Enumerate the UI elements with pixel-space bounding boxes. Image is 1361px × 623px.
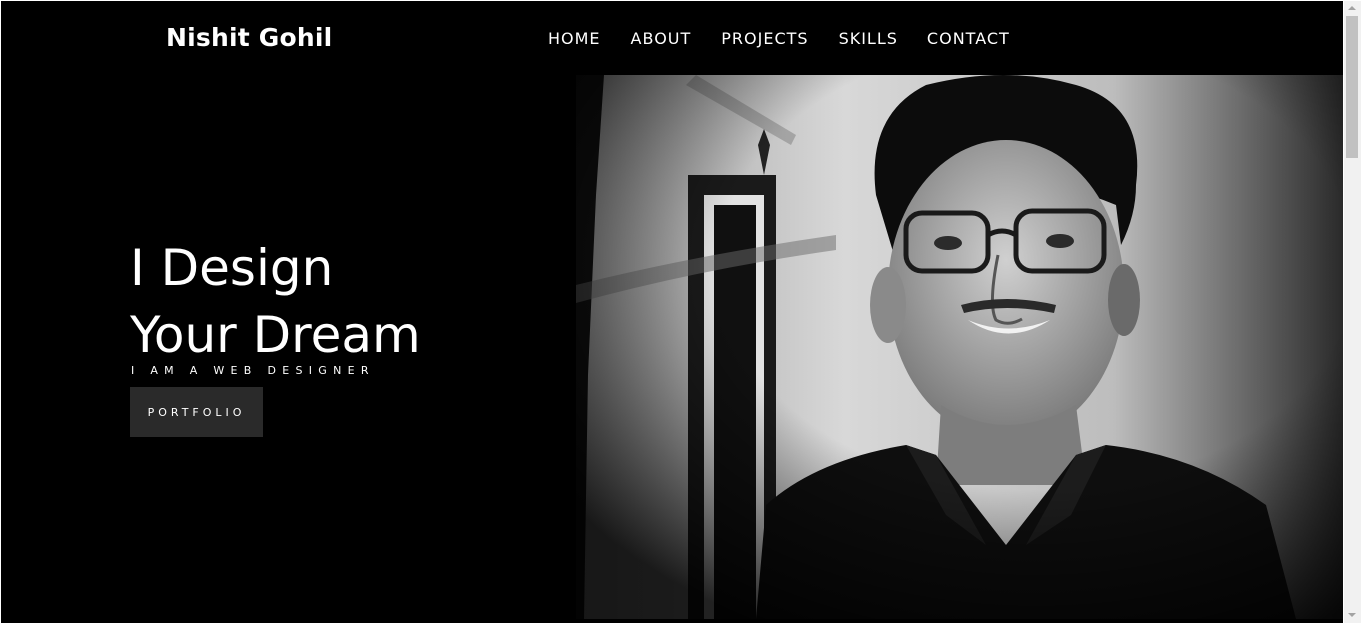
portfolio-button[interactable]: PORTFOLIO — [130, 387, 263, 437]
nav-about[interactable]: ABOUT — [631, 29, 692, 48]
brand-logo[interactable]: Nishit Gohil — [166, 23, 332, 52]
profile-photo — [576, 75, 1343, 619]
scroll-down-icon[interactable] — [1348, 613, 1356, 617]
nav-home[interactable]: HOME — [548, 29, 601, 48]
main-nav: HOME ABOUT PROJECTS SKILLS CONTACT — [548, 29, 1010, 48]
hero-headline: I Design Your Dream — [130, 235, 421, 369]
scroll-up-icon[interactable] — [1348, 6, 1356, 10]
nav-skills[interactable]: SKILLS — [839, 29, 898, 48]
hero-headline-line1: I Design — [130, 239, 334, 297]
scrollbar[interactable] — [1344, 1, 1361, 623]
scroll-thumb[interactable] — [1346, 16, 1358, 158]
hero-headline-line2: Your Dream — [130, 306, 421, 364]
nav-contact[interactable]: CONTACT — [927, 29, 1010, 48]
nav-projects[interactable]: PROJECTS — [721, 29, 808, 48]
page: Nishit Gohil HOME ABOUT PROJECTS SKILLS … — [1, 1, 1343, 623]
hero-tagline: I AM A WEB DESIGNER — [131, 364, 375, 377]
